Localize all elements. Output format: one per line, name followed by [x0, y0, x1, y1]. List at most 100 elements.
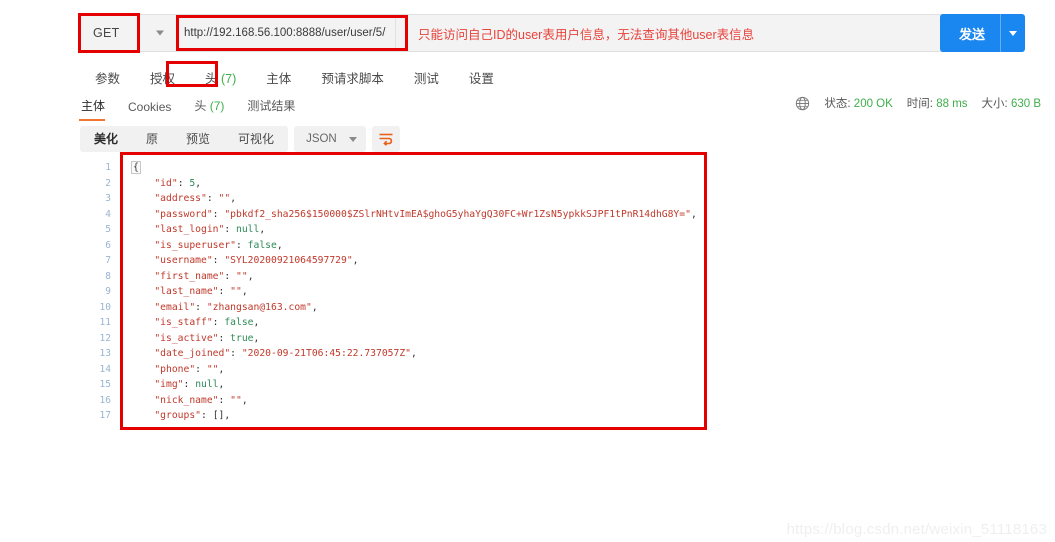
format-button-1[interactable]: 原 [132, 126, 172, 152]
code-token-bool: true [230, 332, 254, 344]
code-token-pun: , [276, 239, 283, 251]
line-number: 7 [105, 255, 111, 266]
code-token-key: "date_joined" [154, 348, 231, 359]
send-button-label: 发送 [958, 26, 985, 42]
code-token-str: "SYL20200921064597729" [224, 255, 353, 266]
code-token-pun: : [230, 348, 242, 359]
response-tabs: 主体 Cookies 头 (7) 测试结果 [79, 94, 316, 121]
response-tab-label: 测试结果 [247, 99, 296, 113]
request-tab-label: 测试 [413, 72, 439, 86]
code-token-str: "" [206, 363, 219, 375]
response-tab-1[interactable]: Cookies [126, 97, 182, 121]
code-token-brace: { [131, 161, 141, 174]
code-token-key: "first_name" [154, 270, 225, 282]
request-tab-0[interactable]: 参数 [80, 63, 135, 92]
request-tab-label: 主体 [266, 72, 292, 86]
watermark: https://blog.csdn.net/weixin_51118163 [786, 521, 1047, 538]
code-token-str: "" [230, 286, 242, 297]
json-code-lines: { "id": 5, "address": "", "password": "p… [125, 156, 705, 428]
format-button-2[interactable]: 预览 [172, 126, 224, 152]
word-wrap-button[interactable] [371, 126, 400, 152]
request-tab-1[interactable]: 授权 [135, 63, 190, 92]
code-token-pun: , [224, 410, 231, 421]
format-button-0[interactable]: 美化 [80, 126, 132, 152]
code-token-key: "groups" [154, 410, 202, 421]
code-token-pun: , [241, 394, 248, 406]
code-token-pun: , [218, 379, 225, 390]
code-token-null: null [195, 379, 219, 390]
code-line: "last_login": null, [131, 222, 705, 238]
code-token-pun: : [212, 255, 225, 266]
url-input[interactable]: http://192.168.56.100:8888/user/user/5/ [174, 14, 396, 52]
code-token-pun: : [224, 270, 237, 282]
code-token-pun: , [253, 332, 260, 344]
line-number: 6 [105, 239, 111, 251]
code-token-pun: , [195, 177, 202, 189]
chevron-down-icon [156, 30, 164, 36]
code-token-str: "" [230, 394, 242, 406]
code-token-pun: : [224, 224, 237, 235]
send-dropdown-button[interactable] [1001, 30, 1025, 36]
code-token-bool: false [247, 239, 277, 251]
code-token-bool: false [224, 317, 254, 328]
code-token-pun: : [201, 410, 213, 421]
code-token-key: "is_superuser" [154, 239, 236, 251]
request-tab-3[interactable]: 主体 [251, 63, 306, 92]
code-token-pun: : [236, 239, 248, 251]
response-tab-label: 主体 [81, 99, 106, 113]
code-token-pun: , [218, 363, 225, 375]
response-tab-0[interactable]: 主体 [79, 94, 116, 121]
line-number: 17 [99, 410, 111, 421]
code-token-key: "phone" [154, 363, 196, 375]
code-token-key: "email" [154, 301, 196, 313]
request-tab-label: 参数 [95, 72, 121, 86]
code-token-pun: , [230, 193, 237, 204]
line-number: 15 [99, 379, 111, 390]
content-type-select[interactable]: JSON [294, 126, 366, 152]
request-tab-label: 预请求脚本 [321, 72, 384, 86]
code-line: "is_staff": false, [131, 315, 705, 331]
code-token-pun: : [218, 394, 231, 406]
code-token-key: "username" [154, 255, 213, 266]
request-tab-6[interactable]: 设置 [454, 63, 509, 92]
code-line: "last_name": "", [131, 284, 705, 300]
code-token-pun: : [177, 177, 190, 189]
request-tab-4[interactable]: 预请求脚本 [306, 63, 399, 92]
format-button-3[interactable]: 可视化 [224, 126, 288, 152]
request-tabs: 参数 授权头 (7) 主体 预请求脚本 测试 设置 [80, 63, 509, 92]
response-tab-label: Cookies [128, 100, 172, 114]
code-token-str: "pbkdf2_sha256$150000$ZSlrNHtvImEA$ghoG5… [224, 208, 691, 220]
line-number: 4 [105, 208, 111, 220]
response-tab-3[interactable]: 测试结果 [245, 94, 306, 121]
line-number: 14 [99, 363, 111, 375]
code-token-key: "password" [154, 208, 213, 220]
line-number: 8 [105, 270, 111, 282]
request-tab-label: 授权 [150, 72, 176, 86]
code-token-key: "address" [154, 193, 207, 204]
status-code-label: 状态: [824, 98, 851, 110]
status-code-item: 状态: 200 OK [824, 95, 892, 111]
format-toolbar: 美化原预览 可视化 JSON [80, 126, 400, 152]
line-number: 1 [105, 162, 111, 173]
code-token-pun: , [259, 224, 266, 235]
http-method-label: GET [93, 26, 120, 40]
http-method-select[interactable]: GET [78, 14, 174, 52]
code-line: "img": null, [131, 377, 705, 393]
send-button[interactable]: 发送 [940, 14, 1025, 52]
code-line: "username": "SYL20200921064597729", [131, 253, 705, 269]
response-tab-2[interactable]: 头 (7) [192, 94, 235, 121]
code-token-pun: , [241, 286, 248, 297]
code-token-str: "2020-09-21T06:45:22.737057Z" [241, 348, 411, 359]
line-number: 9 [105, 286, 111, 297]
response-body-viewer[interactable]: 1 2 3 4 5 6 7 8 9 10 11 12 13 14 15 16 17 { "id": 5, "ad… [85, 156, 705, 428]
code-line: "address": "", [131, 191, 705, 207]
chevron-down-icon [1009, 30, 1017, 36]
request-bar: GET http://192.168.56.100:8888/user/user… [78, 14, 978, 52]
line-number: 3 [105, 193, 111, 204]
request-tab-2[interactable]: 头 (7) [190, 63, 251, 92]
code-token-str: "" [236, 270, 248, 282]
content-type-label: JSON [306, 133, 337, 145]
response-time-value: 88 ms [936, 98, 968, 110]
code-token-key: "img" [154, 379, 184, 390]
request-tab-5[interactable]: 测试 [399, 63, 454, 92]
